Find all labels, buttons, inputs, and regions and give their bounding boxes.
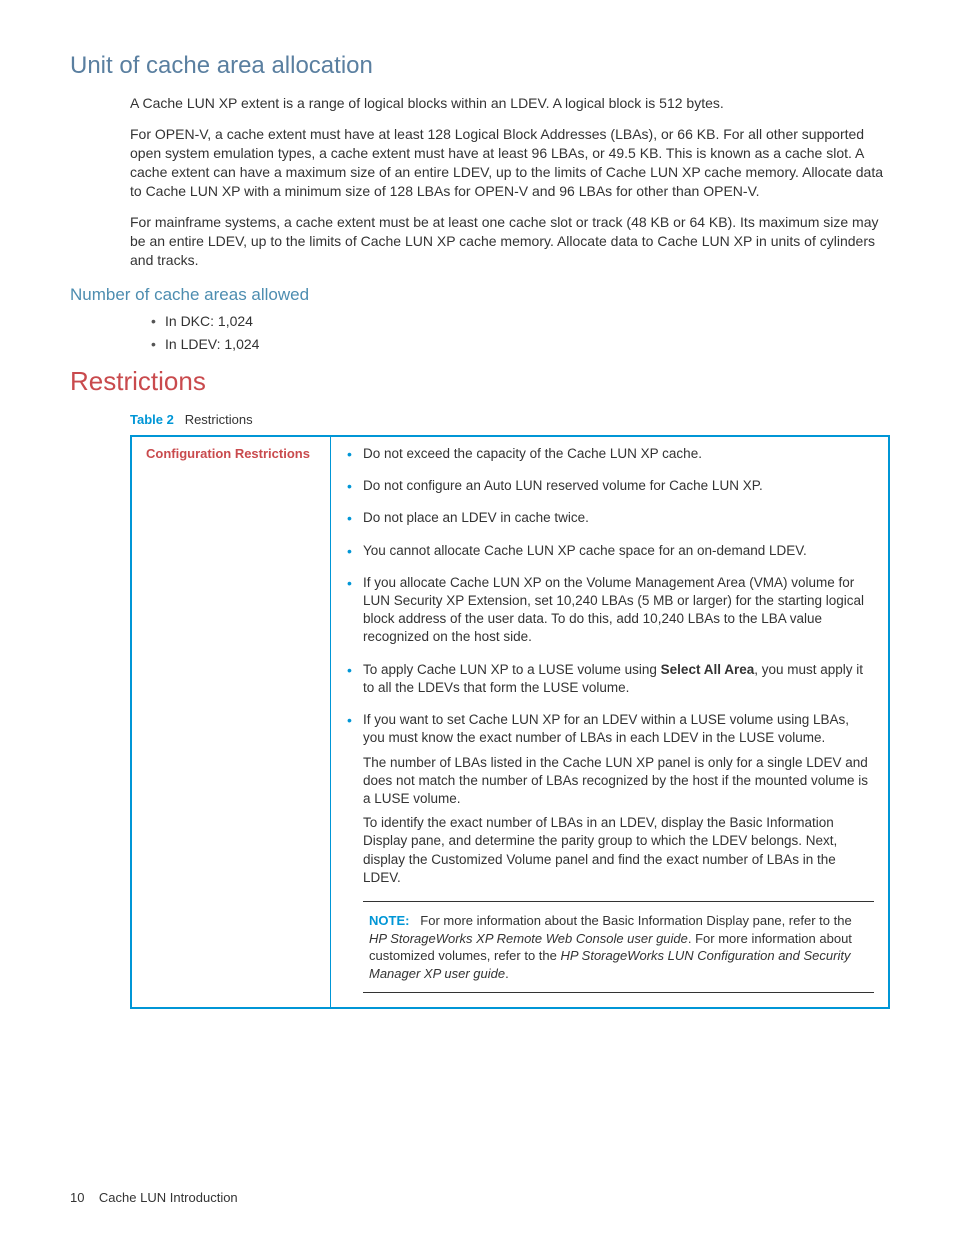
page-footer: 10 Cache LUN Introduction [70,1189,238,1207]
subheading-number-cache-areas: Number of cache areas allowed [70,284,884,307]
table-title: Restrictions [185,412,253,427]
restriction-subtext: The number of LBAs listed in the Cache L… [363,754,874,809]
restriction-item: If you allocate Cache LUN XP on the Volu… [363,574,874,647]
list-item: In LDEV: 1,024 [165,335,884,354]
restriction-item: Do not exceed the capacity of the Cache … [363,445,874,463]
table-cell-content: Do not exceed the capacity of the Cache … [331,436,890,1008]
restriction-item: If you want to set Cache LUN XP for an L… [363,711,874,887]
table-caption: Table 2 Restrictions [130,411,884,429]
list-item: In DKC: 1,024 [165,312,884,331]
paragraph: A Cache LUN XP extent is a range of logi… [130,94,884,113]
footer-section: Cache LUN Introduction [99,1190,238,1205]
section-heading-restrictions: Restrictions [70,364,884,399]
note-box: NOTE: For more information about the Bas… [363,901,874,993]
note-label: NOTE: [369,913,409,928]
cache-areas-list: In DKC: 1,024 In LDEV: 1,024 [70,312,884,354]
restriction-item: Do not place an LDEV in cache twice. [363,509,874,527]
section-heading-unit-cache: Unit of cache area allocation [70,50,884,82]
restriction-subtext: To identify the exact number of LBAs in … [363,814,874,887]
table-label: Table 2 [130,412,174,427]
restriction-item: Do not configure an Auto LUN reserved vo… [363,477,874,495]
paragraph: For OPEN-V, a cache extent must have at … [130,125,884,201]
restriction-item: You cannot allocate Cache LUN XP cache s… [363,542,874,560]
paragraph: For mainframe systems, a cache extent mu… [130,213,884,270]
table-row-header: Configuration Restrictions [131,436,331,1008]
page-number: 10 [70,1190,84,1205]
restrictions-table: Configuration Restrictions Do not exceed… [130,435,890,1009]
restriction-item: To apply Cache LUN XP to a LUSE volume u… [363,661,874,697]
